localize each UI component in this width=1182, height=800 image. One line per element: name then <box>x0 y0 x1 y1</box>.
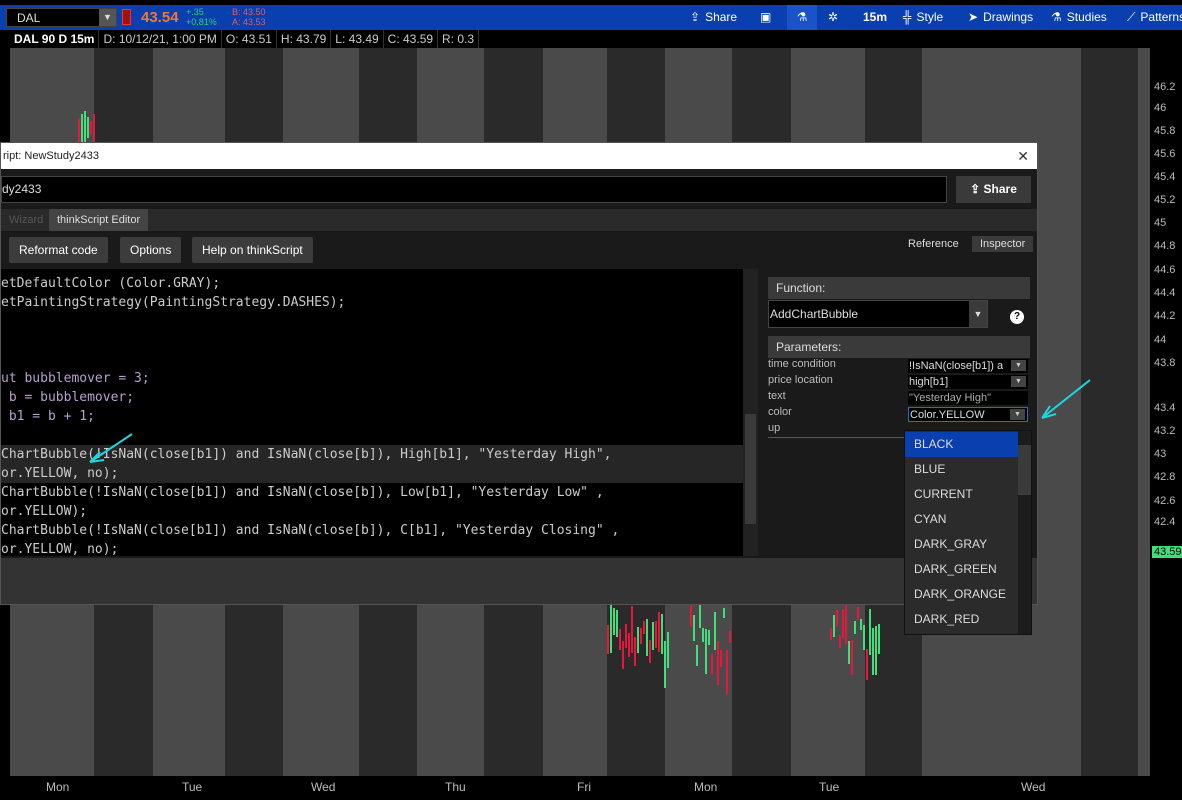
annotation-arrows <box>89 379 1091 463</box>
arrow-icon <box>89 433 133 463</box>
arrow-icon <box>1041 379 1091 419</box>
